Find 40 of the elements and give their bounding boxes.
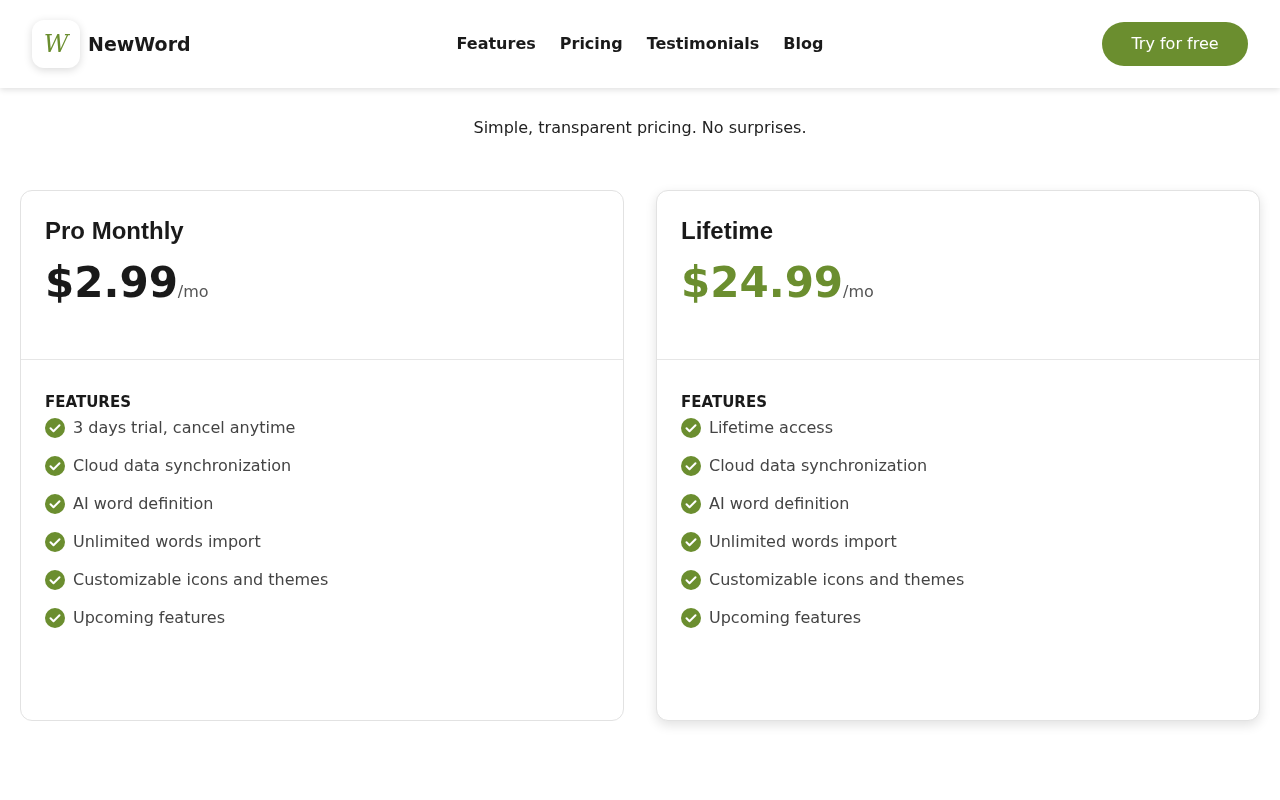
feature-text: 3 days trial, cancel anytime (73, 417, 296, 439)
feature-text: Customizable icons and themes (709, 569, 965, 591)
features-heading: FEATURES (45, 392, 132, 412)
plan-price: $2.99 (45, 259, 178, 307)
plan-price: $24.99 (681, 259, 844, 307)
feature-text: Unlimited words import (709, 531, 897, 553)
price-period: /mo (843, 282, 874, 301)
brand-name[interactable]: NewWord (88, 29, 191, 59)
pricing-subtitle: Simple, transparent pricing. No surprises. (472, 117, 808, 139)
nav-link[interactable]: Testimonials (646, 32, 760, 56)
check-icon (681, 494, 701, 514)
logo-icon: W (32, 20, 80, 68)
check-icon (45, 608, 65, 628)
feature-text: Upcoming features (73, 607, 225, 629)
plan-name: Lifetime (681, 216, 774, 246)
check-icon (681, 608, 701, 628)
feature-text: Lifetime access (709, 417, 833, 439)
check-icon (45, 532, 65, 552)
check-icon (45, 418, 65, 438)
nav-link[interactable]: Features (456, 32, 536, 56)
price-period: /mo (177, 282, 209, 301)
feature-text: Cloud data synchronization (709, 455, 928, 477)
nav-link[interactable]: Blog (783, 32, 824, 56)
feature-text: Upcoming features (709, 607, 861, 629)
check-icon (681, 418, 701, 438)
check-icon (45, 456, 65, 476)
feature-text: Unlimited words import (73, 531, 261, 553)
features-heading: FEATURES (681, 392, 768, 412)
check-icon (45, 494, 65, 514)
check-icon (681, 532, 701, 552)
feature-text: Customizable icons and themes (73, 569, 329, 591)
nav-link[interactable]: Pricing (559, 32, 623, 56)
check-icon (45, 570, 65, 590)
feature-text: AI word definition (709, 493, 850, 515)
plan-name: Pro Monthly (45, 216, 185, 246)
check-icon (681, 456, 701, 476)
check-icon (681, 570, 701, 590)
feature-text: AI word definition (73, 493, 214, 515)
try-free-button[interactable]: Try for free (1102, 22, 1248, 66)
feature-text: Cloud data synchronization (73, 455, 292, 477)
